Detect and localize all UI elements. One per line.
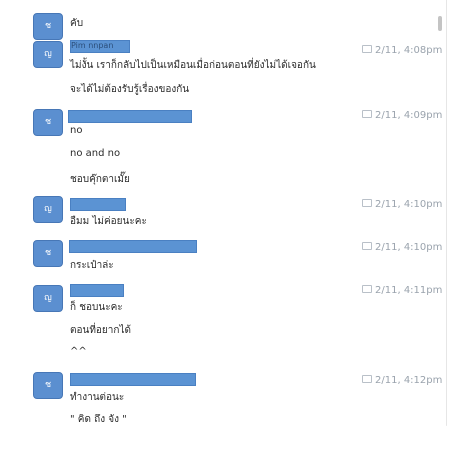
avatar[interactable]: ช — [33, 372, 63, 399]
sender-name-redacted — [70, 198, 126, 211]
message-line: จะได้ไม่ต้องรับรู้เรื่องของกัน — [70, 84, 190, 95]
avatar[interactable]: ช — [33, 240, 63, 267]
message-line: คับ — [70, 18, 84, 29]
sender-name-redacted — [68, 110, 192, 123]
chat-bubble-icon — [362, 110, 372, 118]
message-line: ก็ ชอบนะคะ — [70, 302, 123, 313]
message-timestamp: 2/11, 4:11pm — [362, 285, 442, 296]
message-line: no — [70, 125, 83, 136]
message-line: อืมม ไม่ค่อยนะคะ — [70, 216, 147, 227]
avatar[interactable]: ญ — [33, 285, 63, 312]
chat-bubble-icon — [362, 375, 372, 383]
message-timestamp: 2/11, 4:10pm — [362, 242, 442, 253]
chat-bubble-icon — [362, 199, 372, 207]
message-line: " คิด ถึง จัง " — [70, 414, 127, 425]
message-line: ^^ — [70, 346, 87, 357]
chat-panel[interactable]: ช คับ ญ Pim nnpan 2/11, 4:08pm ไม่งั้น เ… — [14, 0, 447, 426]
sender-name-redacted — [70, 284, 124, 297]
sender-name-redacted — [69, 240, 197, 253]
message-timestamp: 2/11, 4:10pm — [362, 199, 442, 210]
chat-bubble-icon — [362, 242, 372, 250]
panel-bottom-edge — [14, 425, 446, 463]
message-timestamp: 2/11, 4:08pm — [362, 45, 442, 56]
message-line: ชอบคุ๊กตาเมั๊ย — [70, 174, 130, 185]
chat-bubble-icon — [362, 285, 372, 293]
message-line: ตอนที่อยากได้ — [70, 325, 131, 336]
chat-bubble-icon — [362, 45, 372, 53]
message-timestamp: 2/11, 4:12pm — [362, 375, 442, 386]
avatar[interactable]: ญ — [33, 41, 63, 68]
message-line: ไม่งั้น เราก็กลับไปเป็นเหมือนเมื่อก่อนตอ… — [70, 60, 316, 71]
sender-name-redacted — [70, 373, 196, 386]
message-line: ทำงานต่อนะ — [70, 392, 125, 403]
avatar[interactable]: ช — [33, 109, 63, 136]
scrollbar-thumb[interactable] — [438, 16, 442, 31]
avatar[interactable]: ญ — [33, 196, 63, 223]
avatar[interactable]: ช — [33, 13, 63, 40]
message-timestamp: 2/11, 4:09pm — [362, 110, 442, 121]
message-line: กระเป๋าล่ะ — [70, 260, 114, 271]
message-line: no and no — [70, 148, 121, 159]
sender-name[interactable]: Pim nnpan — [71, 41, 113, 50]
